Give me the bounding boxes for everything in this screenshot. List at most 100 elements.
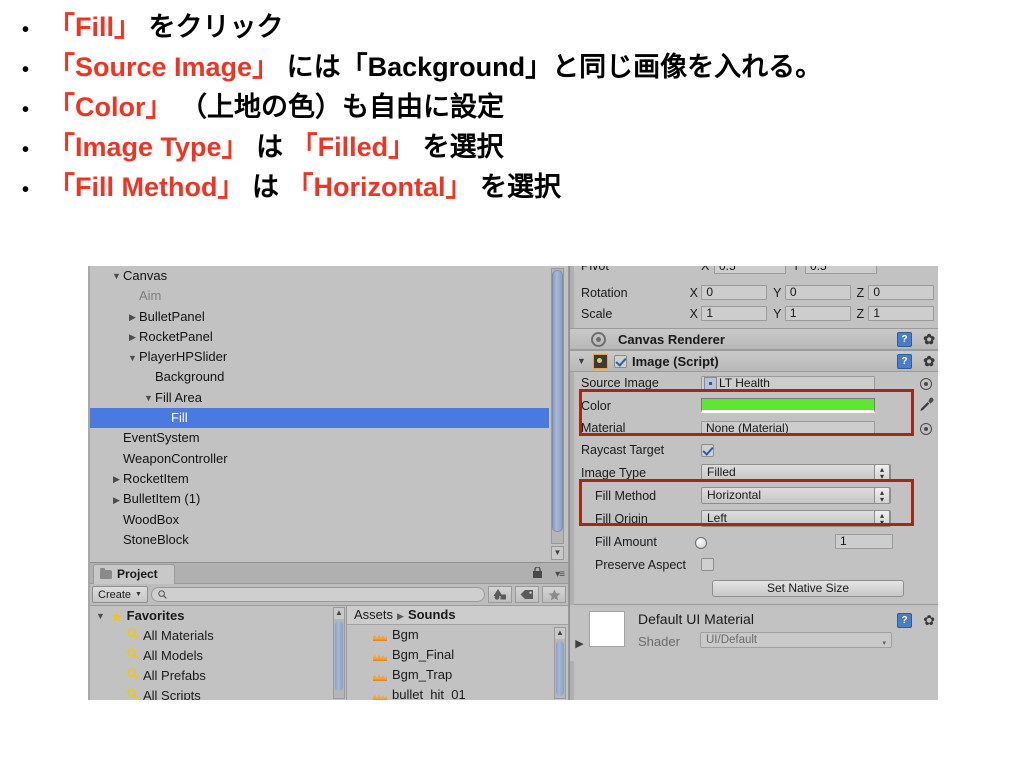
slide-bullet-text: 「Image Type」 は 「Filled」 を選択 [48, 128, 504, 168]
rotation-z-field[interactable]: 0 [868, 285, 935, 300]
scrollbar-thumb[interactable] [556, 641, 564, 696]
object-picker-icon[interactable] [920, 378, 932, 390]
image-enabled-checkbox[interactable] [614, 354, 627, 368]
hierarchy-row[interactable]: ▶ RocketPanel [90, 327, 568, 347]
create-button[interactable]: Create ▼ [92, 586, 148, 603]
foldout-icon[interactable]: ▶ [574, 637, 585, 650]
breadcrumb-item[interactable]: Sounds [408, 607, 456, 622]
hierarchy-row[interactable]: Aim [90, 286, 568, 306]
folder-icon [100, 568, 112, 579]
fill-amount-value[interactable]: 1 [835, 534, 893, 549]
fill-origin-value: Left [707, 511, 728, 525]
scale-y-field[interactable]: 1 [784, 306, 851, 321]
favorites-row[interactable]: All Scripts [90, 686, 346, 700]
audio-clip-icon [373, 670, 387, 682]
favorites-scrollbar[interactable]: ▲ [333, 607, 345, 699]
twisty-closed-icon[interactable]: ▶ [126, 307, 139, 327]
help-icon[interactable]: ? [897, 332, 912, 347]
preserve-aspect-checkbox[interactable] [701, 558, 714, 571]
rotation-y-field[interactable]: 0 [784, 285, 851, 300]
raycast-target-checkbox[interactable] [701, 443, 714, 457]
help-icon[interactable]: ? [897, 354, 912, 369]
asset-row[interactable]: Bgm_Final [347, 645, 568, 665]
twisty-open-icon[interactable]: ▼ [110, 266, 123, 286]
pivot-x-field[interactable]: 0.5 [714, 266, 786, 274]
gear-icon[interactable]: ✿ [923, 332, 935, 346]
component-header-canvas-renderer[interactable]: Canvas Renderer ? ✿ [570, 328, 938, 350]
shader-dropdown[interactable]: UI/Default ▾ [700, 632, 892, 648]
eyedropper-icon[interactable] [919, 397, 934, 413]
source-image-field[interactable]: LT Health [701, 375, 875, 391]
favorites-row[interactable]: All Prefabs [90, 666, 346, 686]
hierarchy-row[interactable]: ▶ BulletPanel [90, 307, 568, 327]
hierarchy-row[interactable]: ▶ BulletItem (1) [90, 489, 568, 509]
assets-scrollbar[interactable]: ▲ [554, 627, 566, 699]
breadcrumb[interactable]: Assets ▶ Sounds [347, 606, 568, 625]
scrollbar-thumb[interactable] [335, 621, 343, 691]
twisty-closed-icon[interactable]: ▶ [110, 469, 123, 489]
hierarchy-row[interactable]: WeaponController [90, 449, 568, 469]
hierarchy-row[interactable]: WoodBox [90, 510, 568, 530]
favorites-row[interactable]: ▼ ★ Favorites [90, 606, 346, 626]
scale-x-field[interactable]: 1 [701, 306, 768, 321]
filter-by-type-icon[interactable] [488, 586, 512, 603]
hierarchy-row[interactable]: EventSystem [90, 428, 568, 448]
assets-pane[interactable]: Assets ▶ Sounds Bgm Bgm_Final Bgm_Trap bullet… [347, 606, 568, 700]
fill-method-dropdown[interactable]: Horizontal ▴ ▾ [701, 487, 891, 504]
scroll-up-arrow-icon[interactable]: ▲ [334, 608, 344, 619]
dropdown-arrows-icon[interactable]: ▴ ▾ [874, 487, 890, 504]
lock-icon[interactable] [533, 567, 542, 578]
hierarchy-row[interactable]: ▼ Fill Area [90, 388, 568, 408]
project-panel[interactable]: Project ▾≡ Create ▼ ▼ ★ Favorites All Ma… [90, 562, 569, 700]
breadcrumb-item[interactable]: Assets [354, 607, 393, 622]
chevron-down-icon: ▾ [882, 640, 886, 647]
dropdown-arrows-icon[interactable]: ▴ ▾ [874, 464, 890, 481]
hierarchy-row[interactable]: StoneBlock [90, 530, 568, 550]
twisty-closed-icon[interactable]: ▶ [126, 327, 139, 347]
slider-knob[interactable] [695, 536, 707, 549]
favorites-row[interactable]: All Materials [90, 626, 346, 646]
hierarchy-row[interactable]: ▼ PlayerHPSlider [90, 347, 568, 367]
favorites-star-icon[interactable] [542, 586, 566, 603]
component-header-image-script[interactable]: ▼ Image (Script) ? ✿ [570, 350, 938, 372]
twisty-closed-icon[interactable]: ▶ [110, 490, 123, 510]
favorites-row-label: Favorites [126, 608, 185, 623]
hierarchy-row-selected[interactable]: Fill [90, 408, 549, 429]
gear-icon[interactable]: ✿ [923, 354, 935, 368]
hierarchy-panel[interactable]: ▼ Canvas Aim ▶ BulletPanel ▶ RocketPanel ▼ Playe… [90, 266, 569, 562]
fill-origin-dropdown[interactable]: Left ▴ ▾ [701, 510, 891, 527]
object-picker-icon[interactable] [920, 423, 932, 435]
pivot-y-field[interactable]: 0.5 [805, 266, 877, 274]
asset-row[interactable]: bullet_hit_01 [347, 685, 568, 700]
help-icon[interactable]: ? [897, 613, 912, 628]
favorites-row[interactable]: All Models [90, 646, 346, 666]
asset-row[interactable]: Bgm_Trap [347, 665, 568, 685]
foldout-icon[interactable]: ▼ [576, 356, 587, 366]
hierarchy-row[interactable]: Background [90, 367, 568, 387]
filter-by-label-icon[interactable] [515, 586, 539, 603]
asset-row[interactable]: Bgm [347, 625, 568, 645]
material-field[interactable]: None (Material) [701, 420, 875, 436]
gear-icon[interactable]: ✿ [923, 613, 935, 627]
highlighted-term: 「Image Type」 [48, 131, 249, 162]
hierarchy-scrollbar[interactable]: ▼ [551, 268, 564, 560]
twisty-open-icon[interactable]: ▼ [94, 606, 107, 626]
dropdown-arrows-icon[interactable]: ▴ ▾ [874, 510, 890, 527]
color-swatch[interactable] [701, 398, 875, 413]
favorites-tree[interactable]: ▼ ★ Favorites All Materials All Models All Pr… [90, 606, 347, 700]
scroll-up-arrow-icon[interactable]: ▲ [555, 628, 565, 639]
image-type-dropdown[interactable]: Filled ▴ ▾ [701, 464, 891, 481]
inspector-panel[interactable]: Pivot X 0.5 Y 0.5 Rotation X 0 Y 0 Z 0 S… [569, 266, 938, 700]
search-input[interactable] [150, 587, 485, 602]
hierarchy-row[interactable]: ▶ RocketItem [90, 469, 568, 489]
hierarchy-row[interactable]: ▼ Canvas [90, 266, 568, 286]
scrollbar-thumb[interactable] [552, 270, 563, 532]
twisty-open-icon[interactable]: ▼ [142, 388, 155, 408]
set-native-size-button[interactable]: Set Native Size [712, 579, 904, 597]
tab-project[interactable]: Project [93, 564, 175, 584]
scroll-down-arrow-icon[interactable]: ▼ [551, 546, 564, 560]
scale-z-field[interactable]: 1 [868, 306, 935, 321]
twisty-open-icon[interactable]: ▼ [126, 348, 139, 368]
rotation-x-field[interactable]: 0 [701, 285, 768, 300]
panel-menu-icon[interactable]: ▾≡ [555, 569, 565, 580]
